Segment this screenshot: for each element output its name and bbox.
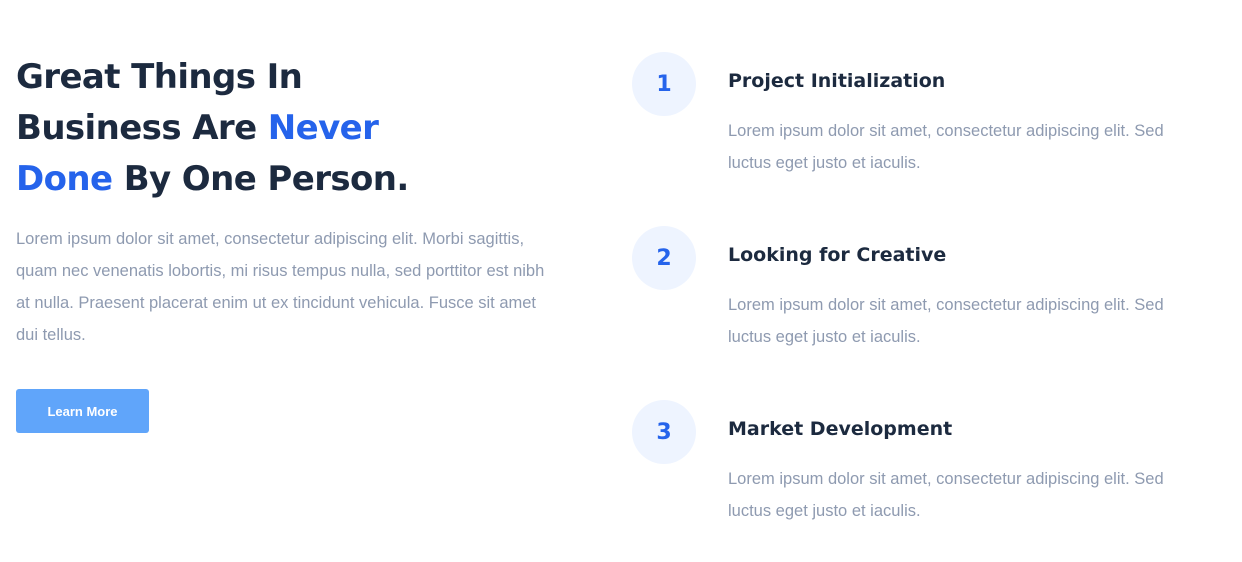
page: Great Things In Business Are Never Done …	[0, 0, 1242, 562]
step-number-badge: 3	[632, 400, 696, 464]
step-description: Lorem ipsum dolor sit amet, consectetur …	[728, 296, 1164, 346]
hero-description: Lorem ipsum dolor sit amet, consectetur …	[16, 230, 545, 344]
step-item: 1 Project Initialization Lorem ipsum dol…	[632, 52, 1222, 226]
step-number-badge: 2	[632, 226, 696, 290]
step-item: 2 Looking for Creative Lorem ipsum dolor…	[632, 226, 1222, 400]
headline-part-1: Great Things In Business Are	[16, 57, 303, 148]
hero-section: Great Things In Business Are Never Done …	[16, 52, 576, 433]
learn-more-button[interactable]: Learn More	[16, 389, 149, 433]
step-number-badge: 1	[632, 52, 696, 116]
steps-list: 1 Project Initialization Lorem ipsum dol…	[632, 52, 1222, 562]
step-item: 3 Market Development Lorem ipsum dolor s…	[632, 400, 1222, 562]
step-description: Lorem ipsum dolor sit amet, consectetur …	[728, 470, 1164, 520]
step-description: Lorem ipsum dolor sit amet, consectetur …	[728, 122, 1164, 172]
headline-part-2: By One Person.	[112, 159, 410, 199]
step-title: Market Development	[728, 418, 953, 440]
step-title: Project Initialization	[728, 70, 946, 92]
step-title: Looking for Creative	[728, 244, 947, 266]
hero-headline: Great Things In Business Are Never Done …	[16, 52, 456, 205]
